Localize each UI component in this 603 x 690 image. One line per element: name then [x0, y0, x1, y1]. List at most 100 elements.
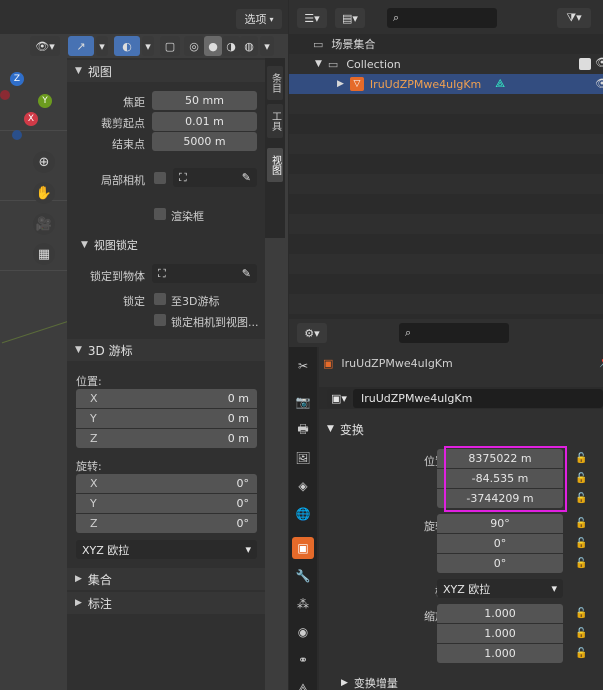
lock-icon[interactable]: 🔓: [575, 493, 587, 504]
rendered-shading-icon[interactable]: ◍: [240, 36, 258, 56]
constraints-tab-icon[interactable]: ⚭: [292, 649, 314, 671]
object-tab-icon[interactable]: ▣: [292, 537, 314, 559]
scale-x-field[interactable]: 1.000: [437, 604, 563, 623]
lock-icon[interactable]: 🔓: [575, 558, 587, 569]
local-camera-checkbox[interactable]: [154, 172, 166, 184]
rotation-y-field[interactable]: 0°: [437, 534, 563, 553]
chevron-down-icon[interactable]: ▾: [260, 36, 274, 56]
cursor-rotation-x-field[interactable]: X 0°: [76, 474, 257, 493]
gizmo-toggle-icon[interactable]: ↗: [68, 36, 94, 56]
output-tab-icon[interactable]: 🖶: [292, 419, 314, 441]
rotation-mode-dropdown[interactable]: XYZ 欧拉 ▾: [437, 579, 563, 598]
navigation-gizmo[interactable]: Z Y X: [0, 68, 62, 140]
lock-3d-cursor-checkbox[interactable]: [154, 293, 166, 305]
object-name-label: IruUdZPMwe4uIgKm: [369, 77, 482, 91]
cursor-location-y-field[interactable]: Y0 m: [76, 409, 257, 428]
scale-z-field[interactable]: 1.000: [437, 644, 563, 663]
eyedropper-icon[interactable]: ✎: [242, 171, 251, 184]
view-options-menu[interactable]: 选项 ▾: [236, 9, 282, 29]
world-tab-icon[interactable]: 🌐: [292, 503, 314, 525]
view-lock-header[interactable]: ▼ 视图锁定: [67, 234, 265, 256]
xray-icon[interactable]: ▢: [160, 36, 180, 56]
mesh-object-icon: ▽: [349, 77, 364, 91]
collection-panel-header[interactable]: ▶ 集合: [67, 568, 265, 590]
collapse-triangle-icon[interactable]: ▼: [315, 59, 322, 69]
pin-icon[interactable]: 📌: [599, 355, 603, 368]
display-mode-icon[interactable]: ▤▾: [335, 8, 365, 28]
cursor-location-x-field[interactable]: X0 m: [76, 389, 257, 408]
cursor-rotation-mode-dropdown[interactable]: XYZ 欧拉 ▾: [76, 540, 257, 559]
view-layer-tab-icon[interactable]: 🖼: [292, 447, 314, 469]
mesh-data-icon[interactable]: ⟁: [495, 77, 505, 91]
overlay-toggle-icon[interactable]: ◐: [114, 36, 140, 56]
object-row[interactable]: ▶ ▽ IruUdZPMwe4uIgKm ⟁ 👁: [289, 74, 603, 94]
lock-icon[interactable]: 🔓: [575, 648, 587, 659]
object-browse-icon[interactable]: ▣▾: [327, 389, 351, 408]
gizmo-z-axis[interactable]: Z: [10, 72, 24, 86]
perspective-grid-icon[interactable]: ▦: [33, 243, 55, 265]
render-tab-icon[interactable]: 📷: [292, 391, 314, 413]
lock-to-object-picker[interactable]: ⛶ ✎: [152, 264, 257, 283]
exclude-checkbox[interactable]: [579, 58, 591, 70]
gizmo-neg-z[interactable]: [12, 130, 22, 140]
outliner-editor: ☰▾ ▤▾ ⌕ ⧩▾ ▭ 场景集合 ▼ ▭ Collection 👁 ▶ ▽ I…: [289, 0, 603, 318]
lock-icon[interactable]: 🔓: [575, 518, 587, 529]
solid-shading-icon[interactable]: ●: [204, 36, 222, 56]
expand-triangle-icon[interactable]: ▶: [337, 79, 344, 89]
clip-end-field[interactable]: 5000 m: [152, 132, 257, 151]
data-tab-icon[interactable]: ⟁: [292, 677, 314, 690]
scene-tab-icon[interactable]: ◈: [292, 475, 314, 497]
clip-start-field[interactable]: 0.01 m: [152, 112, 257, 131]
lock-icon[interactable]: 🔓: [575, 628, 587, 639]
gizmo-y-axis[interactable]: Y: [38, 94, 52, 108]
properties-search-input[interactable]: ⌕: [399, 323, 509, 343]
pan-hand-icon[interactable]: ✋: [33, 182, 55, 204]
lock-icon[interactable]: 🔓: [575, 538, 587, 549]
cursor-rotation-y-field[interactable]: Y 0°: [76, 494, 257, 513]
view-panel-header[interactable]: ▼ 视图: [67, 60, 265, 82]
editor-type-icon[interactable]: ⚙▾: [297, 323, 327, 343]
camera-icon[interactable]: 🎥: [33, 213, 55, 235]
scene-collection-row[interactable]: ▭ 场景集合: [289, 34, 603, 54]
chevron-down-icon[interactable]: ▾: [142, 36, 154, 56]
tool-tab-icon[interactable]: ✂: [292, 355, 314, 377]
lock-camera-to-view-checkbox[interactable]: [154, 314, 166, 326]
3d-viewport[interactable]: 选项 ▾ 👁▾ ↗ ▾ ◐ ▾ ▢ ◎ ● ◑ ◍ ▾ Z Y X ⊕ ✋ 🎥 …: [0, 0, 288, 690]
gizmo-x-axis[interactable]: X: [24, 112, 38, 126]
particles-tab-icon[interactable]: ⁂: [292, 593, 314, 615]
tab-item[interactable]: 条目: [267, 66, 283, 100]
visibility-icon[interactable]: 👁▾: [30, 36, 60, 56]
editor-type-icon[interactable]: ☰▾: [297, 8, 327, 28]
object-name-field[interactable]: IruUdZPMwe4uIgKm: [353, 389, 603, 408]
cursor-rotation-z-field[interactable]: Z 0°: [76, 514, 257, 533]
modifier-tab-icon[interactable]: 🔧: [292, 565, 314, 587]
eye-icon[interactable]: 👁: [595, 77, 603, 90]
transform-panel-header[interactable]: ▼ 变换: [319, 417, 603, 441]
zoom-icon[interactable]: ⊕: [33, 151, 55, 173]
rotation-x-field[interactable]: 90°: [437, 514, 563, 533]
tab-tool[interactable]: 工具: [267, 104, 283, 138]
gizmo-neg-x[interactable]: [0, 90, 10, 100]
cursor-location-z-field[interactable]: Z0 m: [76, 429, 257, 448]
3d-cursor-panel-header[interactable]: ▼ 3D 游标: [67, 339, 265, 361]
render-region-checkbox[interactable]: [154, 208, 166, 220]
annotation-panel-header[interactable]: ▶ 标注: [67, 592, 265, 614]
delta-transform-header[interactable]: ▶ 变换增量: [319, 673, 603, 690]
tab-view[interactable]: 视图: [267, 148, 283, 182]
rotation-z-field[interactable]: 0°: [437, 554, 563, 573]
local-camera-picker[interactable]: ⛶ ✎: [173, 168, 257, 187]
focal-length-field[interactable]: 50 mm: [152, 91, 257, 110]
scale-y-field[interactable]: 1.000: [437, 624, 563, 643]
eye-icon[interactable]: 👁: [595, 56, 603, 69]
material-shading-icon[interactable]: ◑: [222, 36, 240, 56]
collection-row[interactable]: ▼ ▭ Collection 👁: [289, 54, 603, 74]
lock-icon[interactable]: 🔓: [575, 453, 587, 464]
filter-icon[interactable]: ⧩▾: [557, 8, 591, 28]
eyedropper-icon[interactable]: ✎: [242, 267, 251, 280]
chevron-down-icon[interactable]: ▾: [96, 36, 108, 56]
outliner-search-input[interactable]: ⌕: [387, 8, 497, 28]
wireframe-shading-icon[interactable]: ◎: [184, 36, 204, 56]
lock-icon[interactable]: 🔓: [575, 473, 587, 484]
physics-tab-icon[interactable]: ◉: [292, 621, 314, 643]
lock-icon[interactable]: 🔓: [575, 608, 587, 619]
